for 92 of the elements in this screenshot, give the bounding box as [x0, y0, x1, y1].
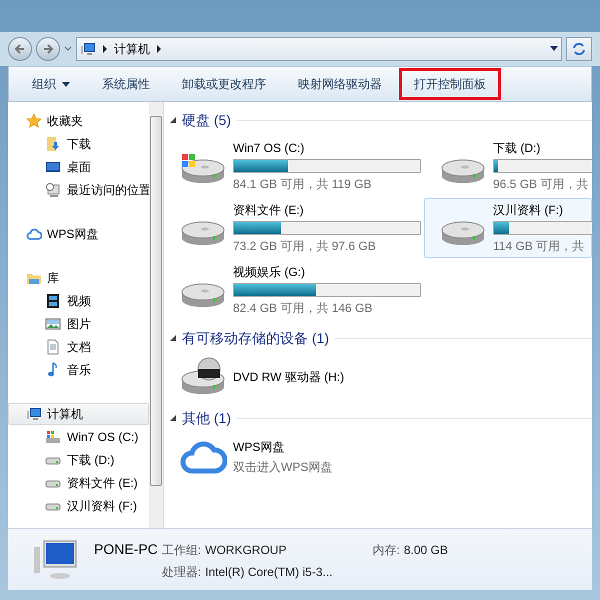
film-icon: [45, 292, 61, 308]
nav-label: 下载: [67, 136, 91, 152]
dropdown-caret-icon: [550, 46, 558, 52]
section-heading[interactable]: 有可移动存储的设备 (1): [182, 328, 329, 348]
nav-item[interactable]: 资料文件 (E:): [8, 471, 149, 494]
computer-icon: [32, 538, 78, 580]
item-name: 视频娱乐 (G:): [233, 264, 306, 281]
item-name: 下载 (D:): [493, 140, 542, 157]
dvd-drive-icon: [179, 357, 227, 397]
nav-label: Win7 OS (C:): [67, 428, 138, 446]
collapse-triangle-icon: [170, 335, 176, 341]
computer-icon: [80, 41, 96, 57]
address-bar[interactable]: 计算机: [76, 37, 562, 61]
nav-item[interactable]: 下载: [8, 132, 149, 155]
item-info: 114 GB 可用，共: [493, 238, 586, 255]
forward-button[interactable]: [36, 37, 60, 61]
scrollbar[interactable]: [149, 102, 163, 528]
drive-tile[interactable]: DVD RW 驱动器 (H:): [164, 354, 420, 400]
drive-tile[interactable]: 视频娱乐 (G:) 82.4 GB 可用，共 146 GB: [164, 260, 420, 320]
nav-label: 收藏夹: [47, 113, 83, 130]
item-info: 73.2 GB 可用，共 97.6 GB: [233, 238, 377, 255]
field-value: Intel(R) Core(TM) i5-3...: [205, 564, 332, 580]
nav-label: 视频: [67, 292, 91, 310]
right-arrow-icon: [42, 43, 54, 55]
nav-label: 图片: [67, 316, 91, 332]
nav-group[interactable]: WPS网盘: [8, 223, 149, 245]
item-info: 双击进入WPS网盘: [233, 459, 332, 476]
toolbar-button[interactable]: 映射网络驱动器: [283, 68, 397, 100]
back-button[interactable]: [8, 37, 32, 61]
drive-tile[interactable]: Win7 OS (C:) 84.1 GB 可用，共 119 GB: [164, 136, 420, 196]
nav-item[interactable]: 汉川资料 (F:): [8, 494, 149, 517]
toolbar-button[interactable]: 打开控制面板: [399, 68, 501, 100]
nav-item[interactable]: Win7 OS (C:): [8, 425, 149, 448]
system-drive-icon: [45, 428, 61, 444]
nav-label: 资料文件 (E:): [67, 474, 138, 492]
picture-icon: [45, 316, 61, 332]
field-label: 工作组:: [162, 542, 202, 558]
toolbar-button[interactable]: 系统属性: [87, 68, 165, 100]
item-name: DVD RW 驱动器 (H:): [233, 369, 344, 386]
field-value: 8.00 GB: [404, 542, 448, 558]
star-icon: [26, 113, 42, 129]
nav-label: 汉川资料 (F:): [67, 498, 137, 514]
section-heading[interactable]: 硬盘 (5): [182, 110, 231, 130]
scrollbar-thumb[interactable]: [150, 116, 162, 486]
item-info: 96.5 GB 可用，共: [493, 176, 589, 193]
toolbar-button[interactable]: 组织: [17, 68, 85, 100]
item-name: Win7 OS (C:): [233, 140, 306, 157]
nav-label: 下载 (D:): [67, 452, 114, 468]
drive-tile[interactable]: 汉川资料 (F:) 114 GB 可用，共: [424, 198, 592, 258]
nav-label: 计算机: [47, 406, 83, 423]
item-info: 82.4 GB 可用，共 146 GB: [233, 300, 374, 317]
toolbar-button[interactable]: 卸载或更改程序: [167, 68, 281, 100]
recent-places-icon: [45, 182, 61, 198]
nav-label: WPS网盘: [47, 226, 98, 243]
folder-download-icon: [45, 136, 61, 152]
breadcrumb-arrow-icon: [156, 45, 162, 53]
drive-tile[interactable]: WPS网盘 双击进入WPS网盘: [164, 434, 420, 480]
collapse-triangle-icon: [170, 117, 176, 123]
cloud-icon: [26, 226, 42, 242]
nav-group[interactable]: 计算机: [8, 403, 149, 425]
refresh-icon: [572, 42, 586, 56]
nav-item[interactable]: 桌面: [8, 155, 149, 178]
nav-group[interactable]: 收藏夹: [8, 110, 149, 132]
nav-label: 库: [47, 270, 59, 287]
nav-item[interactable]: 图片: [8, 312, 149, 335]
breadcrumb-arrow-icon: [102, 45, 108, 53]
refresh-button[interactable]: [566, 37, 592, 61]
nav-item[interactable]: 文档: [8, 335, 149, 358]
nav-label: 文档: [67, 338, 91, 356]
field-value: WORKGROUP: [205, 542, 288, 558]
item-name: 资料文件 (E:): [233, 202, 305, 219]
drive-tile[interactable]: 下载 (D:) 96.5 GB 可用，共: [424, 136, 592, 196]
computer-name: PONE-PC: [94, 540, 158, 558]
collapse-triangle-icon: [170, 415, 176, 421]
nav-item[interactable]: 下载 (D:): [8, 448, 149, 471]
nav-item[interactable]: 音乐: [8, 358, 149, 381]
document-icon: [45, 338, 61, 354]
nav-item[interactable]: 视频: [8, 289, 149, 312]
computer-icon: [26, 406, 42, 422]
left-arrow-icon: [14, 43, 26, 55]
drive-tile[interactable]: 资料文件 (E:) 73.2 GB 可用，共 97.6 GB: [164, 198, 420, 258]
nav-label: 桌面: [67, 158, 91, 176]
breadcrumb[interactable]: 计算机: [114, 40, 150, 58]
field-label: 处理器:: [162, 564, 202, 580]
nav-label: 音乐: [67, 362, 91, 378]
item-name: 汉川资料 (F:): [493, 202, 564, 219]
item-info: 84.1 GB 可用，共 119 GB: [233, 176, 372, 193]
section-heading[interactable]: 其他 (1): [182, 408, 231, 428]
nav-group[interactable]: 库: [8, 267, 149, 289]
dropdown-caret-icon: [64, 45, 72, 53]
item-name: WPS网盘: [233, 439, 286, 456]
field-label: 内存:: [372, 542, 400, 558]
